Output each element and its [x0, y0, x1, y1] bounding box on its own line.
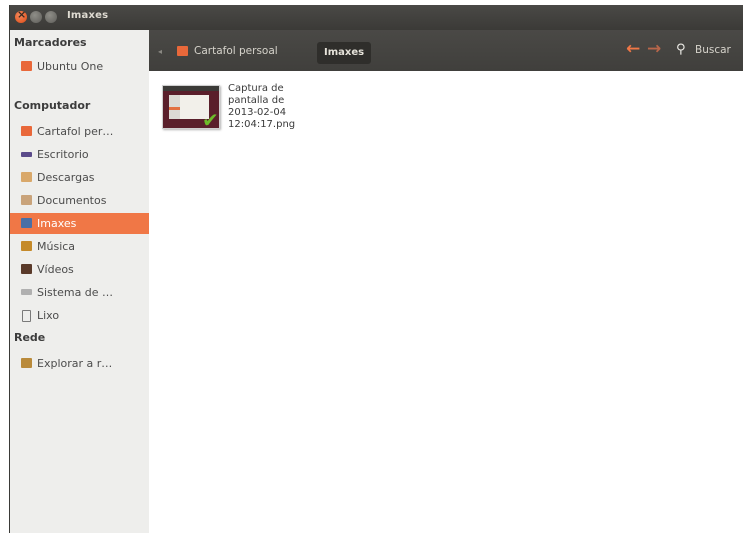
- file-view[interactable]: ✔ Captura de pantalla de 2013-02-04 12:0…: [149, 71, 743, 533]
- music-folder-icon: [21, 241, 32, 251]
- sidebar-item-label: Cartafol per…: [37, 125, 114, 138]
- sidebar-item-documents[interactable]: Documentos: [10, 190, 149, 211]
- toolbar: ◂ Cartafol persoal Imaxes ← → ⚲ Buscar: [149, 30, 743, 71]
- home-folder-icon: [177, 46, 188, 56]
- videos-folder-icon: [21, 264, 32, 274]
- forward-arrow-icon[interactable]: →: [647, 39, 661, 59]
- pictures-folder-icon: [21, 218, 32, 228]
- breadcrumb-label: Cartafol persoal: [194, 45, 278, 57]
- search-icon[interactable]: ⚲: [676, 42, 686, 57]
- sidebar-item-label: Música: [37, 240, 76, 253]
- sidebar-section-bookmarks: Marcadores: [14, 36, 87, 49]
- documents-folder-icon: [21, 195, 32, 205]
- desktop-icon: [21, 152, 32, 157]
- home-folder-icon: [21, 126, 32, 136]
- sidebar-item-label: Explorar a r…: [37, 357, 113, 370]
- sidebar-item-music[interactable]: Música: [10, 236, 149, 257]
- window-title: Imaxes: [67, 10, 109, 21]
- filesystem-icon: [21, 289, 32, 295]
- sidebar-item-label: Documentos: [37, 194, 107, 207]
- sidebar-item-label: Ubuntu One: [37, 60, 104, 73]
- sidebar-item-label: Lixo: [37, 309, 60, 322]
- checkmark-icon: ✔: [202, 108, 219, 132]
- file-name[interactable]: Captura de pantalla de 2013-02-04 12:04:…: [228, 83, 318, 131]
- sidebar-item-label: Sistema de …: [37, 286, 114, 299]
- breadcrumb-current[interactable]: Imaxes: [317, 42, 372, 64]
- breadcrumb-home[interactable]: Cartafol persoal: [177, 41, 278, 61]
- ubuntu-one-icon: [21, 61, 32, 71]
- sidebar: Marcadores Ubuntu One Computador Cartafo…: [10, 30, 149, 533]
- close-window-button[interactable]: [15, 8, 27, 23]
- sidebar-item-label: Descargas: [37, 171, 95, 184]
- file-manager-window: Imaxes Marcadores Ubuntu One Computador …: [9, 5, 743, 533]
- sidebar-section-computer: Computador: [14, 99, 91, 112]
- sidebar-item-videos[interactable]: Vídeos: [10, 259, 149, 280]
- search-button-label[interactable]: Buscar: [695, 44, 731, 56]
- sidebar-item-downloads[interactable]: Descargas: [10, 167, 149, 188]
- minimize-window-button[interactable]: [30, 11, 42, 23]
- sidebar-item-label: Vídeos: [37, 263, 74, 276]
- sidebar-item-browse-network[interactable]: Explorar a r…: [10, 353, 149, 374]
- title-bar[interactable]: Imaxes: [10, 5, 743, 30]
- sidebar-item-pictures[interactable]: Imaxes: [10, 213, 149, 234]
- sidebar-item-label: Escritorio: [37, 148, 89, 161]
- downloads-folder-icon: [21, 172, 32, 182]
- sidebar-item-home[interactable]: Cartafol per…: [10, 121, 149, 142]
- sidebar-item-ubuntu-one[interactable]: Ubuntu One: [10, 56, 149, 77]
- trash-icon: [22, 310, 31, 322]
- sidebar-item-label: Imaxes: [37, 217, 77, 230]
- back-arrow-icon[interactable]: ←: [626, 39, 640, 59]
- sidebar-section-network: Rede: [14, 331, 46, 344]
- sidebar-item-trash[interactable]: Lixo: [10, 305, 149, 326]
- breadcrumb-scroll-left-icon[interactable]: ◂: [158, 47, 162, 56]
- sidebar-item-desktop[interactable]: Escritorio: [10, 144, 149, 165]
- network-icon: [21, 358, 32, 368]
- maximize-window-button[interactable]: [45, 11, 57, 23]
- sidebar-item-filesystem[interactable]: Sistema de …: [10, 282, 149, 303]
